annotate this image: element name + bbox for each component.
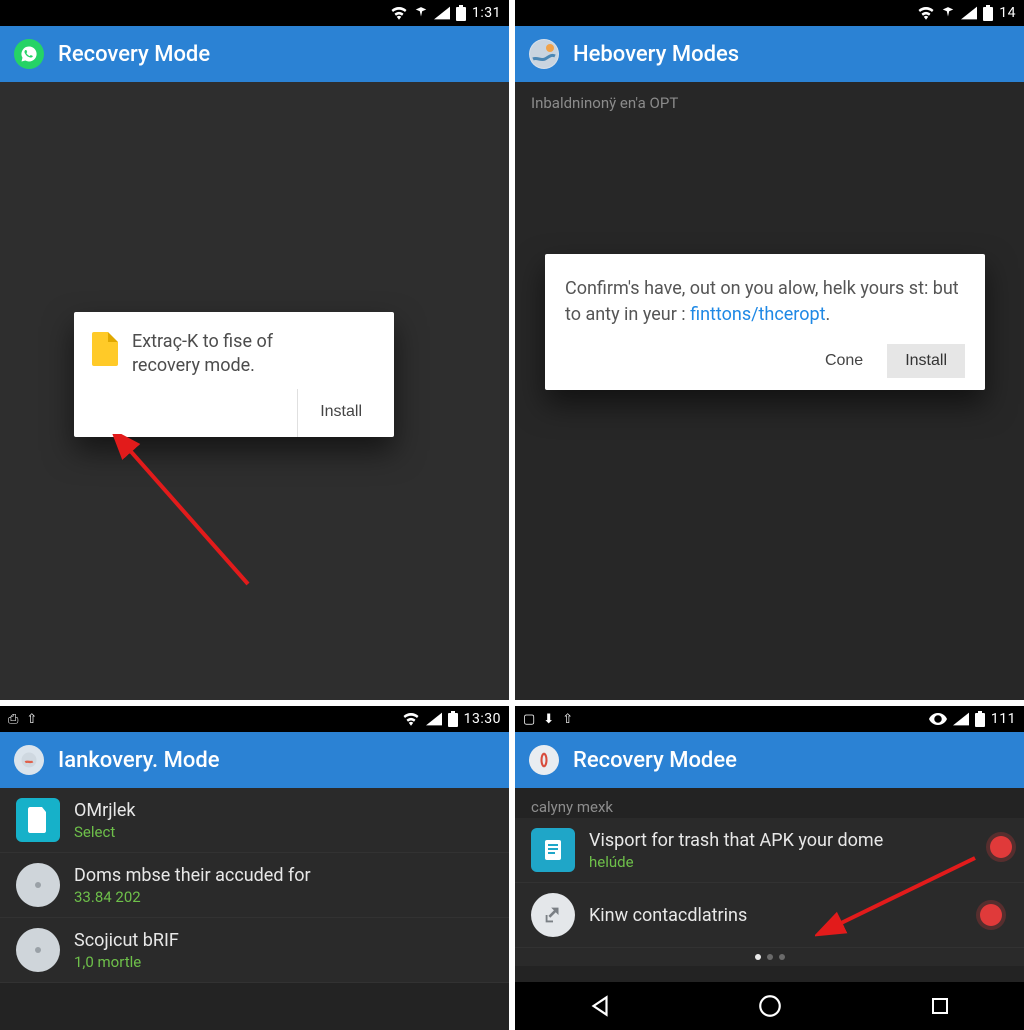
location-icon [414,6,428,20]
globe-icon [529,39,559,69]
list-item-title: Doms mbse their accuded for [74,865,311,886]
subtitle: Inbaldninonÿ en'a OPT [515,82,1024,112]
install-button[interactable]: Install [306,395,376,429]
app-icon [14,745,44,775]
navigation-bar [515,982,1024,1030]
list-item[interactable]: Scojicut bRIF 1,0 mortle [0,918,509,983]
recovery-list: Visport for trash that APK your dome hel… [515,818,1024,966]
app-bar: Iankovery. Mode [0,732,509,788]
confirm-dialog: Confirm's have, out on you alow, helk yo… [545,254,985,390]
app-bar-title: Recovery Mode [58,42,210,67]
page-indicator [515,948,1024,966]
file-icon [92,332,118,366]
install-dialog: Extraç-K to fise of recovery mode. Insta… [74,312,394,437]
app-bar-title: Iankovery. Mode [58,748,220,773]
battery-icon [983,5,993,21]
wifi-icon [402,712,420,726]
nav-recent-icon[interactable] [928,994,952,1018]
status-bar: 14 [515,0,1024,26]
upload-icon: ⇧ [26,712,37,727]
disc-icon [16,928,60,972]
battery-icon [448,711,458,727]
status-time: 13:30 [464,711,501,727]
list-item-title: Visport for trash that APK your dome [589,830,883,851]
section-caption: calyny mexk [515,788,1024,818]
list-item-sub: helúde [589,853,883,871]
upload-icon: ⇧ [562,712,573,727]
list-item-sub: Select [74,823,136,841]
list-item-title: OMrjlek [74,800,136,821]
list-item[interactable]: Kinw contacdlatrins [515,883,1024,948]
wifi-icon [390,6,408,20]
battery-icon [975,711,985,727]
app-icon [529,745,559,775]
recovery-list: OMrjlek Select Doms mbse their accuded f… [0,788,509,983]
eye-icon [929,713,947,725]
annotation-arrow-icon [108,434,278,604]
screenshot-1: 1:31 Recovery Mode Extraç-K to fise of r… [0,0,509,700]
status-bar: ⎙ ⇧ 13:30 [0,706,509,732]
content-area: Inbaldninonÿ en'a OPT Confirm's have, ou… [515,82,1024,700]
divider [297,389,298,437]
screenshot-4: ▢ ⬇ ⇧ 111 Recovery Modee calyny mexk V [515,706,1024,1030]
list-item-title: Kinw contacdlatrins [589,905,747,926]
app-bar: Recovery Mode [0,26,509,82]
page-dot [767,954,773,960]
signal-icon [434,6,450,20]
list-item[interactable]: OMrjlek Select [0,788,509,853]
app-bar: Hebovery Modes [515,26,1024,82]
signal-icon [961,6,977,20]
list-item-sub: 1,0 mortle [74,953,179,971]
download-icon: ⬇ [543,712,554,727]
dialog-text: Extraç-K to fise of recovery mode. [132,330,273,379]
app-bar-title: Recovery Modee [573,748,737,773]
status-time: 14 [999,5,1016,21]
install-button[interactable]: Install [887,344,965,378]
cancel-button[interactable]: Cone [811,344,877,378]
highlight-dot-icon [990,836,1012,858]
file-app-icon [16,798,60,842]
notification-icon: ▢ [523,712,535,727]
export-icon [531,893,575,937]
highlight-dot-icon [980,904,1002,926]
list-item-title: Scojicut bRIF [74,930,179,951]
nav-back-icon[interactable] [587,993,613,1019]
signal-icon [953,712,969,726]
disc-icon [16,863,60,907]
status-time: 111 [991,711,1016,727]
app-bar: Recovery Modee [515,732,1024,788]
status-time: 1:31 [472,5,501,21]
wifi-icon [917,6,935,20]
battery-icon [456,5,466,21]
document-icon [531,828,575,872]
signal-icon [426,712,442,726]
nav-home-icon[interactable] [757,993,783,1019]
location-icon [941,6,955,20]
page-dot [755,954,761,960]
notification-icon: ⎙ [8,712,18,727]
status-bar: ▢ ⬇ ⇧ 111 [515,706,1024,732]
content-area: Extraç-K to fise of recovery mode. Insta… [0,82,509,700]
list-item[interactable]: Visport for trash that APK your dome hel… [515,818,1024,883]
screenshot-2: 14 Hebovery Modes Inbaldninonÿ en'a OPT … [515,0,1024,700]
screenshot-3: ⎙ ⇧ 13:30 Iankovery. Mode OMrjlek Select [0,706,509,1030]
list-item[interactable]: Doms mbse their accuded for 33.84 202 [0,853,509,918]
list-item-sub: 33.84 202 [74,888,311,906]
permissions-link[interactable]: finttons/thceropt [690,304,825,325]
confirm-dialog-text: Confirm's have, out on you alow, helk yo… [565,276,965,328]
whatsapp-icon [14,39,44,69]
status-bar: 1:31 [0,0,509,26]
app-bar-title: Hebovery Modes [573,42,739,67]
page-dot [779,954,785,960]
